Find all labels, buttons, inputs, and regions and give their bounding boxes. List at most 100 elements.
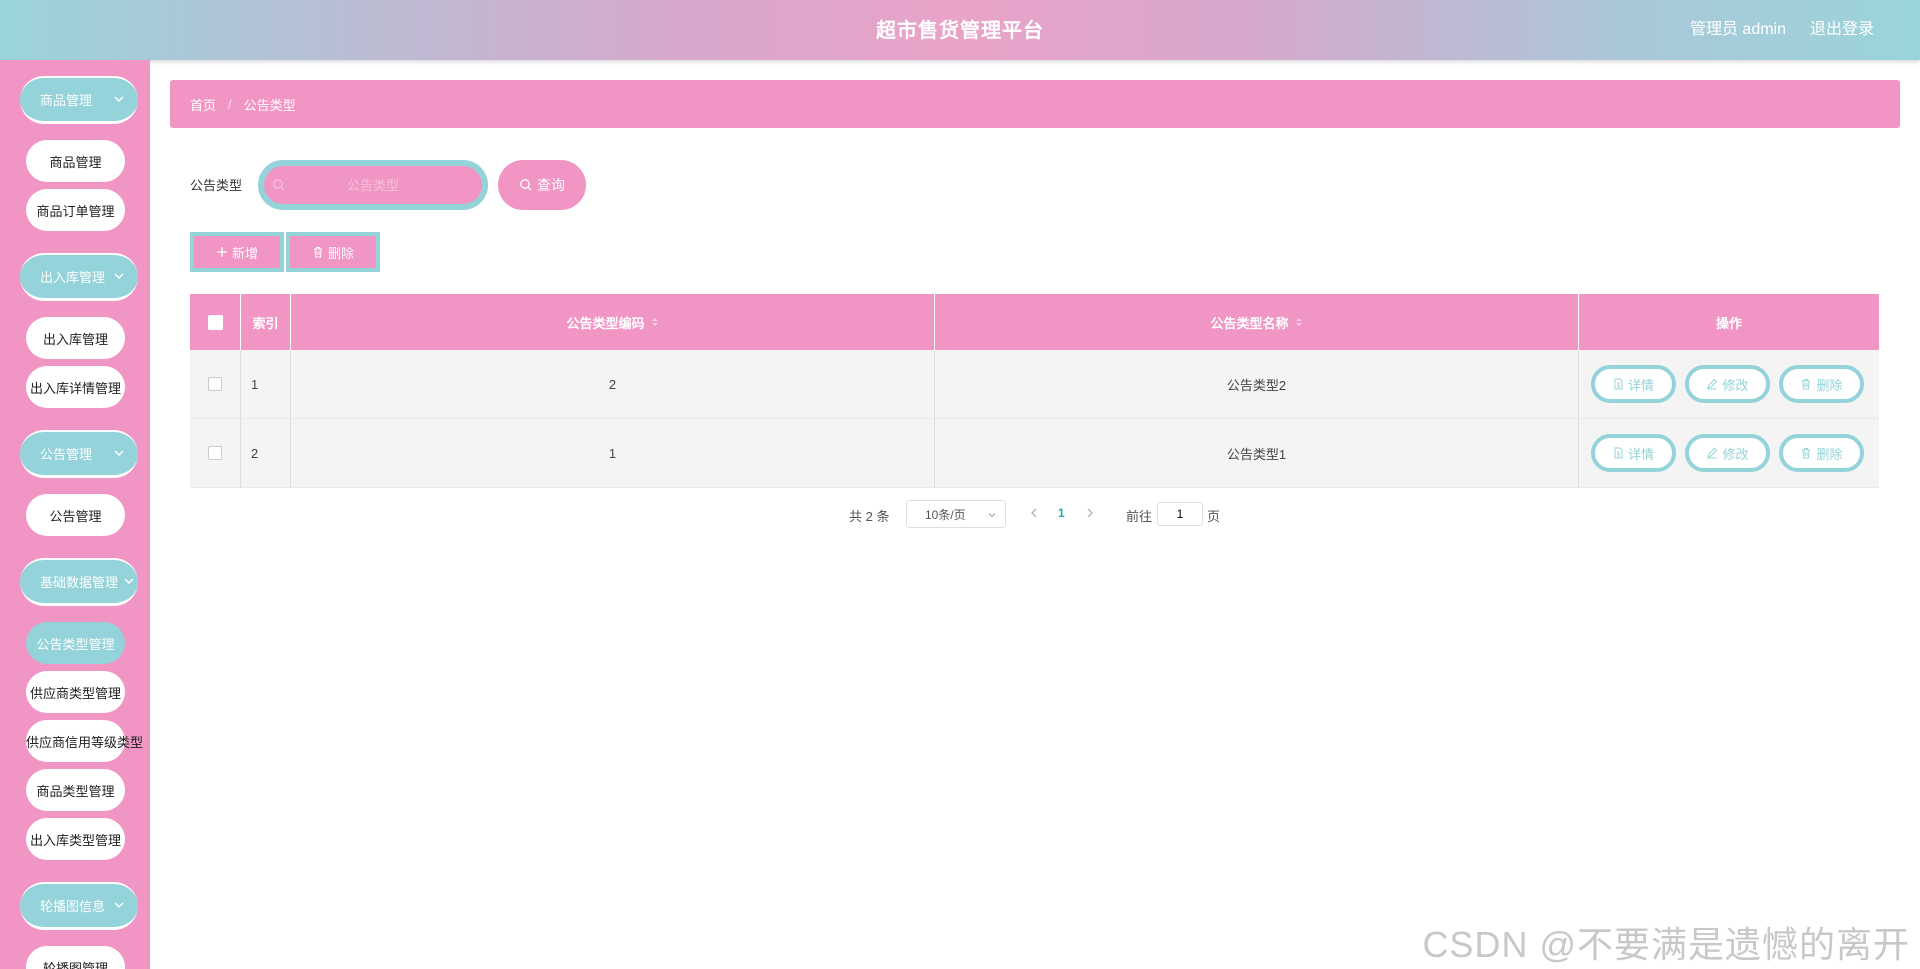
breadcrumb-home[interactable]: 首页 xyxy=(190,95,216,114)
chevron-right-icon[interactable] xyxy=(1084,506,1096,520)
pencil-icon xyxy=(1707,378,1718,390)
chevron-down-icon xyxy=(988,513,996,518)
delete-button-label: 删除 xyxy=(327,245,354,261)
sidebar-item-stock[interactable]: 出入库管理 xyxy=(26,317,125,359)
detail-label: 详情 xyxy=(1627,377,1654,393)
sidebar-item-goods-type[interactable]: 商品类型管理 xyxy=(26,769,125,811)
search-input[interactable] xyxy=(264,166,482,204)
sidebar-item-carousel[interactable]: 轮播图管理 xyxy=(26,946,125,969)
sidebar-group-notice[interactable]: 公告管理 xyxy=(20,430,138,478)
table-row: 2 1 公告类型1 详情 修改 删除 xyxy=(190,419,1879,488)
chevron-down-icon xyxy=(114,450,124,456)
goto-suffix: 页 xyxy=(1207,509,1221,524)
sidebar-group-label: 出入库管理 xyxy=(40,270,106,285)
sidebar-group-base-data[interactable]: 基础数据管理 xyxy=(20,558,138,606)
add-button[interactable]: 新增 xyxy=(190,232,284,272)
plus-icon xyxy=(216,247,227,257)
sort-icon[interactable] xyxy=(651,316,659,328)
trash-icon xyxy=(1802,379,1811,390)
edit-button[interactable]: 修改 xyxy=(1685,434,1770,472)
column-header-label: 公告类型名称 xyxy=(1210,315,1289,331)
page-size-value: 10条/页 xyxy=(925,507,966,522)
document-icon xyxy=(1614,378,1623,390)
query-button-label: 查询 xyxy=(537,177,565,193)
cell-code: 2 xyxy=(291,350,935,418)
column-header-name[interactable]: 公告类型名称 xyxy=(935,294,1579,350)
sidebar-item-stock-type[interactable]: 出入库类型管理 xyxy=(26,818,125,860)
current-user: 管理员 admin xyxy=(1689,21,1786,38)
query-button[interactable]: 查询 xyxy=(498,160,586,210)
delete-button[interactable]: 删除 xyxy=(286,232,380,272)
pagination-total: 共 2 条 xyxy=(849,509,890,524)
row-select-cell xyxy=(190,350,241,418)
row-checkbox[interactable] xyxy=(208,377,222,391)
breadcrumb-current: 公告类型 xyxy=(243,97,296,113)
sidebar-group-stock[interactable]: 出入库管理 xyxy=(20,253,138,301)
pagination: 共 2 条 10条/页 1 前往 页 xyxy=(0,500,1920,528)
row-delete-label: 删除 xyxy=(1816,446,1843,462)
detail-button[interactable]: 详情 xyxy=(1591,434,1676,472)
row-delete-button[interactable]: 删除 xyxy=(1779,434,1864,472)
table-row: 1 2 公告类型2 详情 修改 删除 xyxy=(190,350,1879,419)
chevron-down-icon xyxy=(114,902,124,908)
edit-button[interactable]: 修改 xyxy=(1685,365,1770,403)
cell-code: 1 xyxy=(291,419,935,487)
column-header-label: 公告类型编码 xyxy=(566,315,645,331)
chevron-down-icon xyxy=(114,96,124,102)
logout-link[interactable]: 退出登录 xyxy=(1810,0,1874,60)
page-number[interactable]: 1 xyxy=(1058,506,1065,520)
goto-label: 前往 xyxy=(1126,509,1153,524)
goto-page-input[interactable] xyxy=(1157,502,1203,526)
sidebar-item-notice-type[interactable]: 公告类型管理 xyxy=(26,622,125,664)
add-button-label: 新增 xyxy=(231,245,258,261)
select-all-checkbox[interactable] xyxy=(207,314,223,330)
cell-name: 公告类型2 xyxy=(935,350,1579,418)
search-icon xyxy=(520,179,532,191)
sidebar-group-label: 轮播图信息 xyxy=(40,899,106,914)
watermark: CSDN @不要满是遗憾的离开 xyxy=(1422,924,1910,965)
edit-label: 修改 xyxy=(1722,446,1749,462)
table-header: 索引 公告类型编码 公告类型名称 操作 xyxy=(190,294,1879,350)
column-header-index: 索引 xyxy=(241,294,291,350)
sidebar-group-carousel[interactable]: 轮播图信息 xyxy=(20,882,138,930)
chevron-left-icon[interactable] xyxy=(1028,506,1040,520)
top-header: 超市售货管理平台 管理员 admin 退出登录 xyxy=(0,0,1920,60)
sidebar-item-stock-details[interactable]: 出入库详情管理 xyxy=(26,366,125,408)
sort-icon[interactable] xyxy=(1295,316,1303,328)
select-all-cell xyxy=(190,294,241,350)
cell-actions: 详情 修改 删除 xyxy=(1579,419,1879,487)
cell-name: 公告类型1 xyxy=(935,419,1579,487)
pencil-icon xyxy=(1707,447,1718,459)
chevron-down-icon xyxy=(114,273,124,279)
sidebar-item-supplier-type[interactable]: 供应商类型管理 xyxy=(26,671,125,713)
row-select-cell xyxy=(190,419,241,487)
chevron-down-icon xyxy=(124,578,134,584)
column-header-actions: 操作 xyxy=(1715,315,1742,331)
sidebar-group-label: 公告管理 xyxy=(40,447,93,462)
trash-icon xyxy=(313,247,322,258)
cell-index: 1 xyxy=(241,350,291,418)
sidebar-group-label: 基础数据管理 xyxy=(40,575,119,590)
document-icon xyxy=(1614,447,1623,459)
page-size-select[interactable]: 10条/页 xyxy=(906,500,1006,528)
cell-actions: 详情 修改 删除 xyxy=(1579,350,1879,418)
sidebar-group-label: 商品管理 xyxy=(40,93,93,108)
row-checkbox[interactable] xyxy=(208,446,222,460)
cell-index: 2 xyxy=(241,419,291,487)
column-header-code[interactable]: 公告类型编码 xyxy=(291,294,935,350)
search-box xyxy=(258,160,488,210)
sidebar-item-supplier-credit-type[interactable]: 供应商信用等级类型 xyxy=(26,720,143,762)
detail-label: 详情 xyxy=(1627,446,1654,462)
search-label: 公告类型 xyxy=(190,178,243,193)
row-delete-label: 删除 xyxy=(1816,377,1843,393)
row-delete-button[interactable]: 删除 xyxy=(1779,365,1864,403)
sidebar-group-goods[interactable]: 商品管理 xyxy=(20,76,138,124)
detail-button[interactable]: 详情 xyxy=(1591,365,1676,403)
breadcrumb: 首页 / 公告类型 xyxy=(170,80,1900,128)
breadcrumb-separator: / xyxy=(228,96,232,112)
sidebar-item-goods-orders[interactable]: 商品订单管理 xyxy=(26,189,125,231)
sidebar-item-goods[interactable]: 商品管理 xyxy=(26,140,125,182)
edit-label: 修改 xyxy=(1722,377,1749,393)
trash-icon xyxy=(1802,448,1811,459)
app-title: 超市售货管理平台 xyxy=(876,20,1044,42)
